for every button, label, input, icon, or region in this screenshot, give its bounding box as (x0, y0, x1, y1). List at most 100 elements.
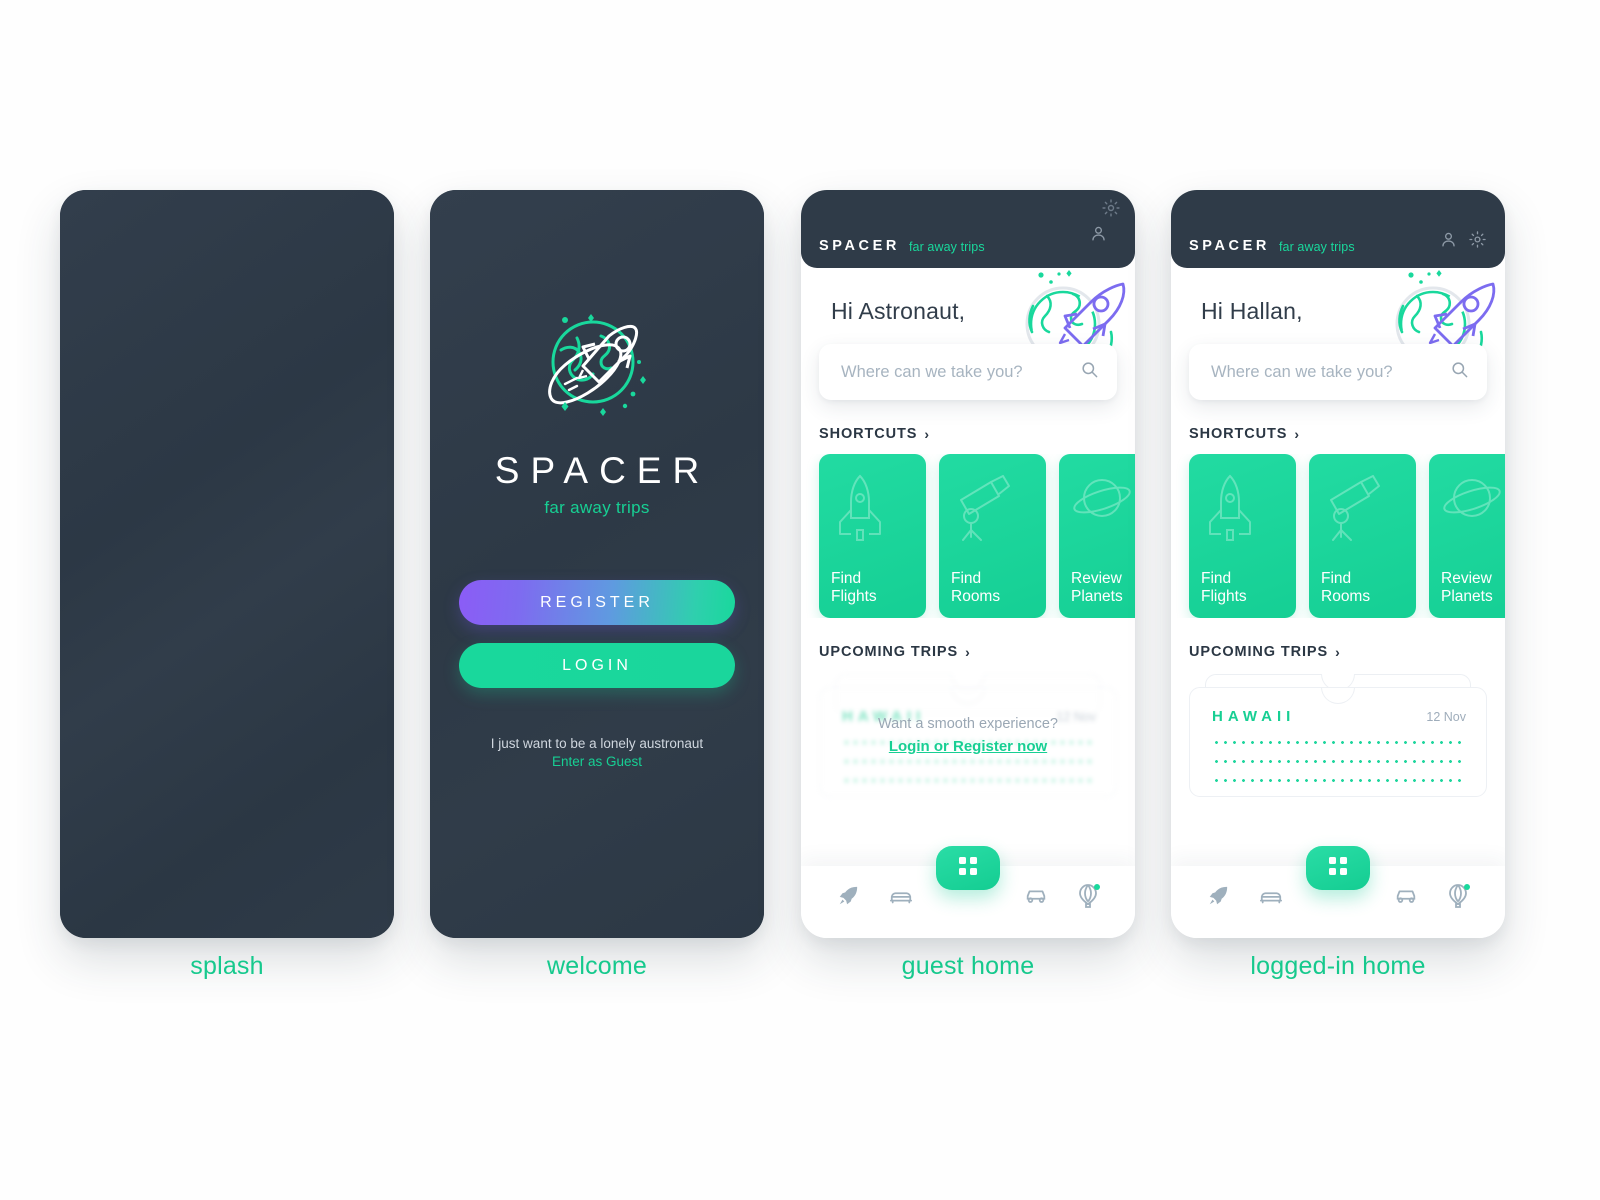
phone-screen-splash (60, 190, 394, 938)
shortcuts-row: Find Flights Find Rooms Review Planets (801, 454, 1135, 618)
welcome-screen: SPACER far away trips REGISTER LOGIN I j… (430, 190, 764, 938)
shortcuts-header[interactable]: SHORTCUTS › (801, 426, 1135, 442)
tab-badge-dot (1464, 883, 1470, 890)
chevron-right-icon: › (1294, 426, 1299, 442)
search-icon[interactable] (1450, 360, 1469, 384)
gear-icon[interactable] (1468, 230, 1487, 254)
shortcut-card-label: Find Rooms (951, 570, 1001, 606)
greeting-text: Hi Hallan, (1201, 298, 1303, 324)
person-icon[interactable] (1439, 230, 1458, 254)
rocket-shuttle-icon (1201, 470, 1259, 547)
logged-in-home-screen: SPACER far away trips Hi Hallan, Where c… (1171, 190, 1505, 938)
phone-screen-welcome: SPACER far away trips REGISTER LOGIN I j… (430, 190, 764, 938)
grid-icon (958, 856, 978, 881)
grid-fab-button[interactable] (1306, 846, 1370, 890)
caption-guest-home: guest home (901, 952, 1035, 980)
brand-name: SPACER (494, 450, 711, 491)
ticket-notch (951, 688, 985, 704)
shortcuts-title: SHORTCUTS (1189, 426, 1288, 442)
splash-background (60, 190, 394, 938)
ticket-dotted-line (842, 779, 1094, 782)
upcoming-trips-title: UPCOMING TRIPS (819, 644, 959, 660)
search-input[interactable]: Where can we take you? (1211, 363, 1450, 382)
app-bar-wordmark: SPACER (819, 238, 900, 254)
login-button[interactable]: LOGIN (459, 643, 735, 688)
telescope-icon (951, 470, 1013, 547)
app-bar-wordmark: SPACER (1189, 238, 1270, 254)
shortcut-card-review-planets[interactable]: Review Planets (1429, 454, 1505, 618)
shortcut-card-label: Review Planets (1441, 570, 1493, 606)
guest-login-prompt: Want a smooth experience? Login or Regis… (819, 716, 1117, 755)
guest-home-screen: SPACER far away trips Hi Astronaut, Wher… (801, 190, 1135, 938)
app-bar: SPACER far away trips (801, 190, 1135, 268)
chevron-right-icon: › (965, 644, 970, 660)
app-bar-actions (1069, 199, 1121, 258)
rocket-icon[interactable] (837, 885, 859, 912)
ticket-dotted-line (1212, 760, 1464, 763)
shortcut-card-review-planets[interactable]: Review Planets (1059, 454, 1135, 618)
planet-icon (1071, 470, 1133, 537)
tab-badge-dot (1094, 883, 1100, 890)
search-bar[interactable]: Where can we take you? (1189, 344, 1487, 400)
planet-icon (1441, 470, 1503, 537)
app-bar-tagline: far away trips (1278, 240, 1355, 254)
search-bar[interactable]: Where can we take you? (819, 344, 1117, 400)
grid-fab-button[interactable] (936, 846, 1000, 890)
shortcut-card-find-rooms[interactable]: Find Rooms (939, 454, 1046, 618)
grid-icon (1328, 856, 1348, 881)
car-icon[interactable] (1394, 886, 1418, 911)
ticket-dotted-line (1212, 741, 1464, 744)
telescope-icon (1321, 470, 1383, 547)
shortcuts-row: Find Flights Find Rooms Review Planets (1171, 454, 1505, 618)
caption-welcome: welcome (546, 952, 648, 980)
trip-card-hawaii[interactable]: HAWAII 12 Nov (1189, 687, 1487, 797)
guest-prompt-question: Want a smooth experience? (877, 716, 1058, 732)
greeting-area: Hi Hallan, (1171, 268, 1505, 362)
hot-air-balloon-icon[interactable] (1448, 883, 1470, 913)
ticket-notch (1321, 688, 1355, 704)
app-bar-actions (1439, 230, 1487, 254)
person-icon[interactable] (1089, 224, 1108, 248)
guest-note-text: I just want to be a lonely austronaut (490, 736, 704, 751)
app-bar: SPACER far away trips (1171, 190, 1505, 268)
shortcut-card-label: Review Planets (1071, 570, 1123, 606)
shortcut-card-label: Find Flights (831, 570, 877, 606)
shortcuts-header[interactable]: SHORTCUTS › (1171, 426, 1505, 442)
hot-air-balloon-icon[interactable] (1078, 883, 1100, 913)
rocket-shuttle-icon (831, 470, 889, 547)
login-or-register-link[interactable]: Login or Register now (819, 738, 1117, 755)
caption-splash: splash (190, 952, 264, 980)
guest-note: I just want to be a lonely austronaut En… (491, 736, 703, 769)
shortcut-card-label: Find Rooms (1321, 570, 1371, 606)
app-bar-tagline: far away trips (908, 240, 985, 254)
chevron-right-icon: › (1335, 644, 1340, 660)
greeting-area: Hi Astronaut, (801, 268, 1135, 362)
shortcuts-title: SHORTCUTS (819, 426, 918, 442)
phone-screen-guest-home: SPACER far away trips Hi Astronaut, Wher… (801, 190, 1135, 938)
shortcut-card-find-rooms[interactable]: Find Rooms (1309, 454, 1416, 618)
upcoming-trips-header[interactable]: UPCOMING TRIPS › (801, 644, 1135, 660)
bed-icon[interactable] (889, 885, 913, 912)
phone-screen-logged-in-home: SPACER far away trips Hi Hallan, Where c… (1171, 190, 1505, 938)
car-icon[interactable] (1024, 886, 1048, 911)
chevron-right-icon: › (924, 426, 929, 442)
bed-icon[interactable] (1259, 885, 1283, 912)
register-button[interactable]: REGISTER (459, 580, 735, 625)
globe-rocket-logo-icon (517, 298, 677, 436)
ticket-dotted-line (1212, 779, 1464, 782)
ticket-dotted-line (842, 760, 1094, 763)
shortcut-card-find-flights[interactable]: Find Flights (1189, 454, 1296, 618)
caption-logged-in-home: logged-in home (1250, 952, 1426, 980)
enter-as-guest-link[interactable]: Enter as Guest (491, 754, 703, 769)
upcoming-trips-title: UPCOMING TRIPS (1189, 644, 1329, 660)
trip-destination: HAWAII (1212, 708, 1296, 725)
shortcut-card-find-flights[interactable]: Find Flights (819, 454, 926, 618)
rocket-icon[interactable] (1207, 885, 1229, 912)
mockup-board: splash SPACER far away trips REGISTER LO… (0, 0, 1600, 1200)
shortcut-card-label: Find Flights (1201, 570, 1247, 606)
upcoming-trips-header[interactable]: UPCOMING TRIPS › (1171, 644, 1505, 660)
trip-date: 12 Nov (1426, 710, 1466, 724)
gear-icon[interactable] (1101, 198, 1121, 223)
search-icon[interactable] (1080, 360, 1099, 384)
search-input[interactable]: Where can we take you? (841, 363, 1080, 382)
